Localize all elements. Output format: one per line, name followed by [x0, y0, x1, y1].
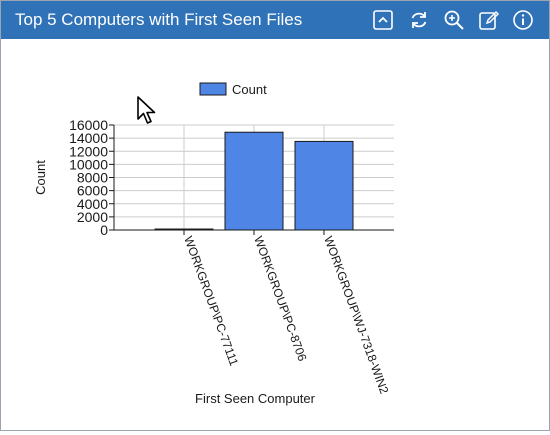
bar — [294, 140, 354, 231]
legend-label: Count — [232, 82, 267, 97]
x-axis-label: First Seen Computer — [195, 391, 316, 406]
legend-swatch — [199, 82, 227, 96]
chart-panel: Top 5 Computers with First Seen Files Co… — [0, 0, 550, 431]
panel-header: Top 5 Computers with First Seen Files — [1, 1, 549, 39]
y-tick-label: 16000 — [69, 117, 108, 133]
chart-area: Count 0 2000 4000 6000 8000 10000 12000 14000 16… — [1, 39, 549, 430]
x-tick-label: WORKGROUP\PC-77111 — [181, 234, 241, 368]
legend: Count — [199, 82, 267, 97]
bars — [154, 131, 354, 231]
refresh-icon[interactable] — [407, 8, 431, 32]
x-tick-label: WORKGROUP\PC-8706 — [251, 234, 309, 363]
y-axis-ticks: 0200040006000800010000120001400016000 — [69, 117, 114, 238]
bar — [224, 131, 284, 231]
y-axis-label: Count — [33, 160, 48, 195]
x-axis-tick-labels: WORKGROUP\PC-77111 WORKGROUP\PC-8706 WORKG… — [181, 230, 391, 396]
collapse-icon[interactable] — [371, 8, 395, 32]
panel-title: Top 5 Computers with First Seen Files — [15, 10, 303, 29]
bar-chart: Count 0200040006000800010000120001400016… — [33, 82, 394, 406]
info-icon[interactable] — [511, 8, 535, 32]
edit-icon[interactable] — [477, 8, 501, 32]
zoom-icon[interactable] — [442, 8, 466, 32]
x-tick-label: WORKGROUP\WJ-7318-WIN2 — [321, 234, 391, 396]
mouse-pointer-icon — [137, 96, 156, 124]
